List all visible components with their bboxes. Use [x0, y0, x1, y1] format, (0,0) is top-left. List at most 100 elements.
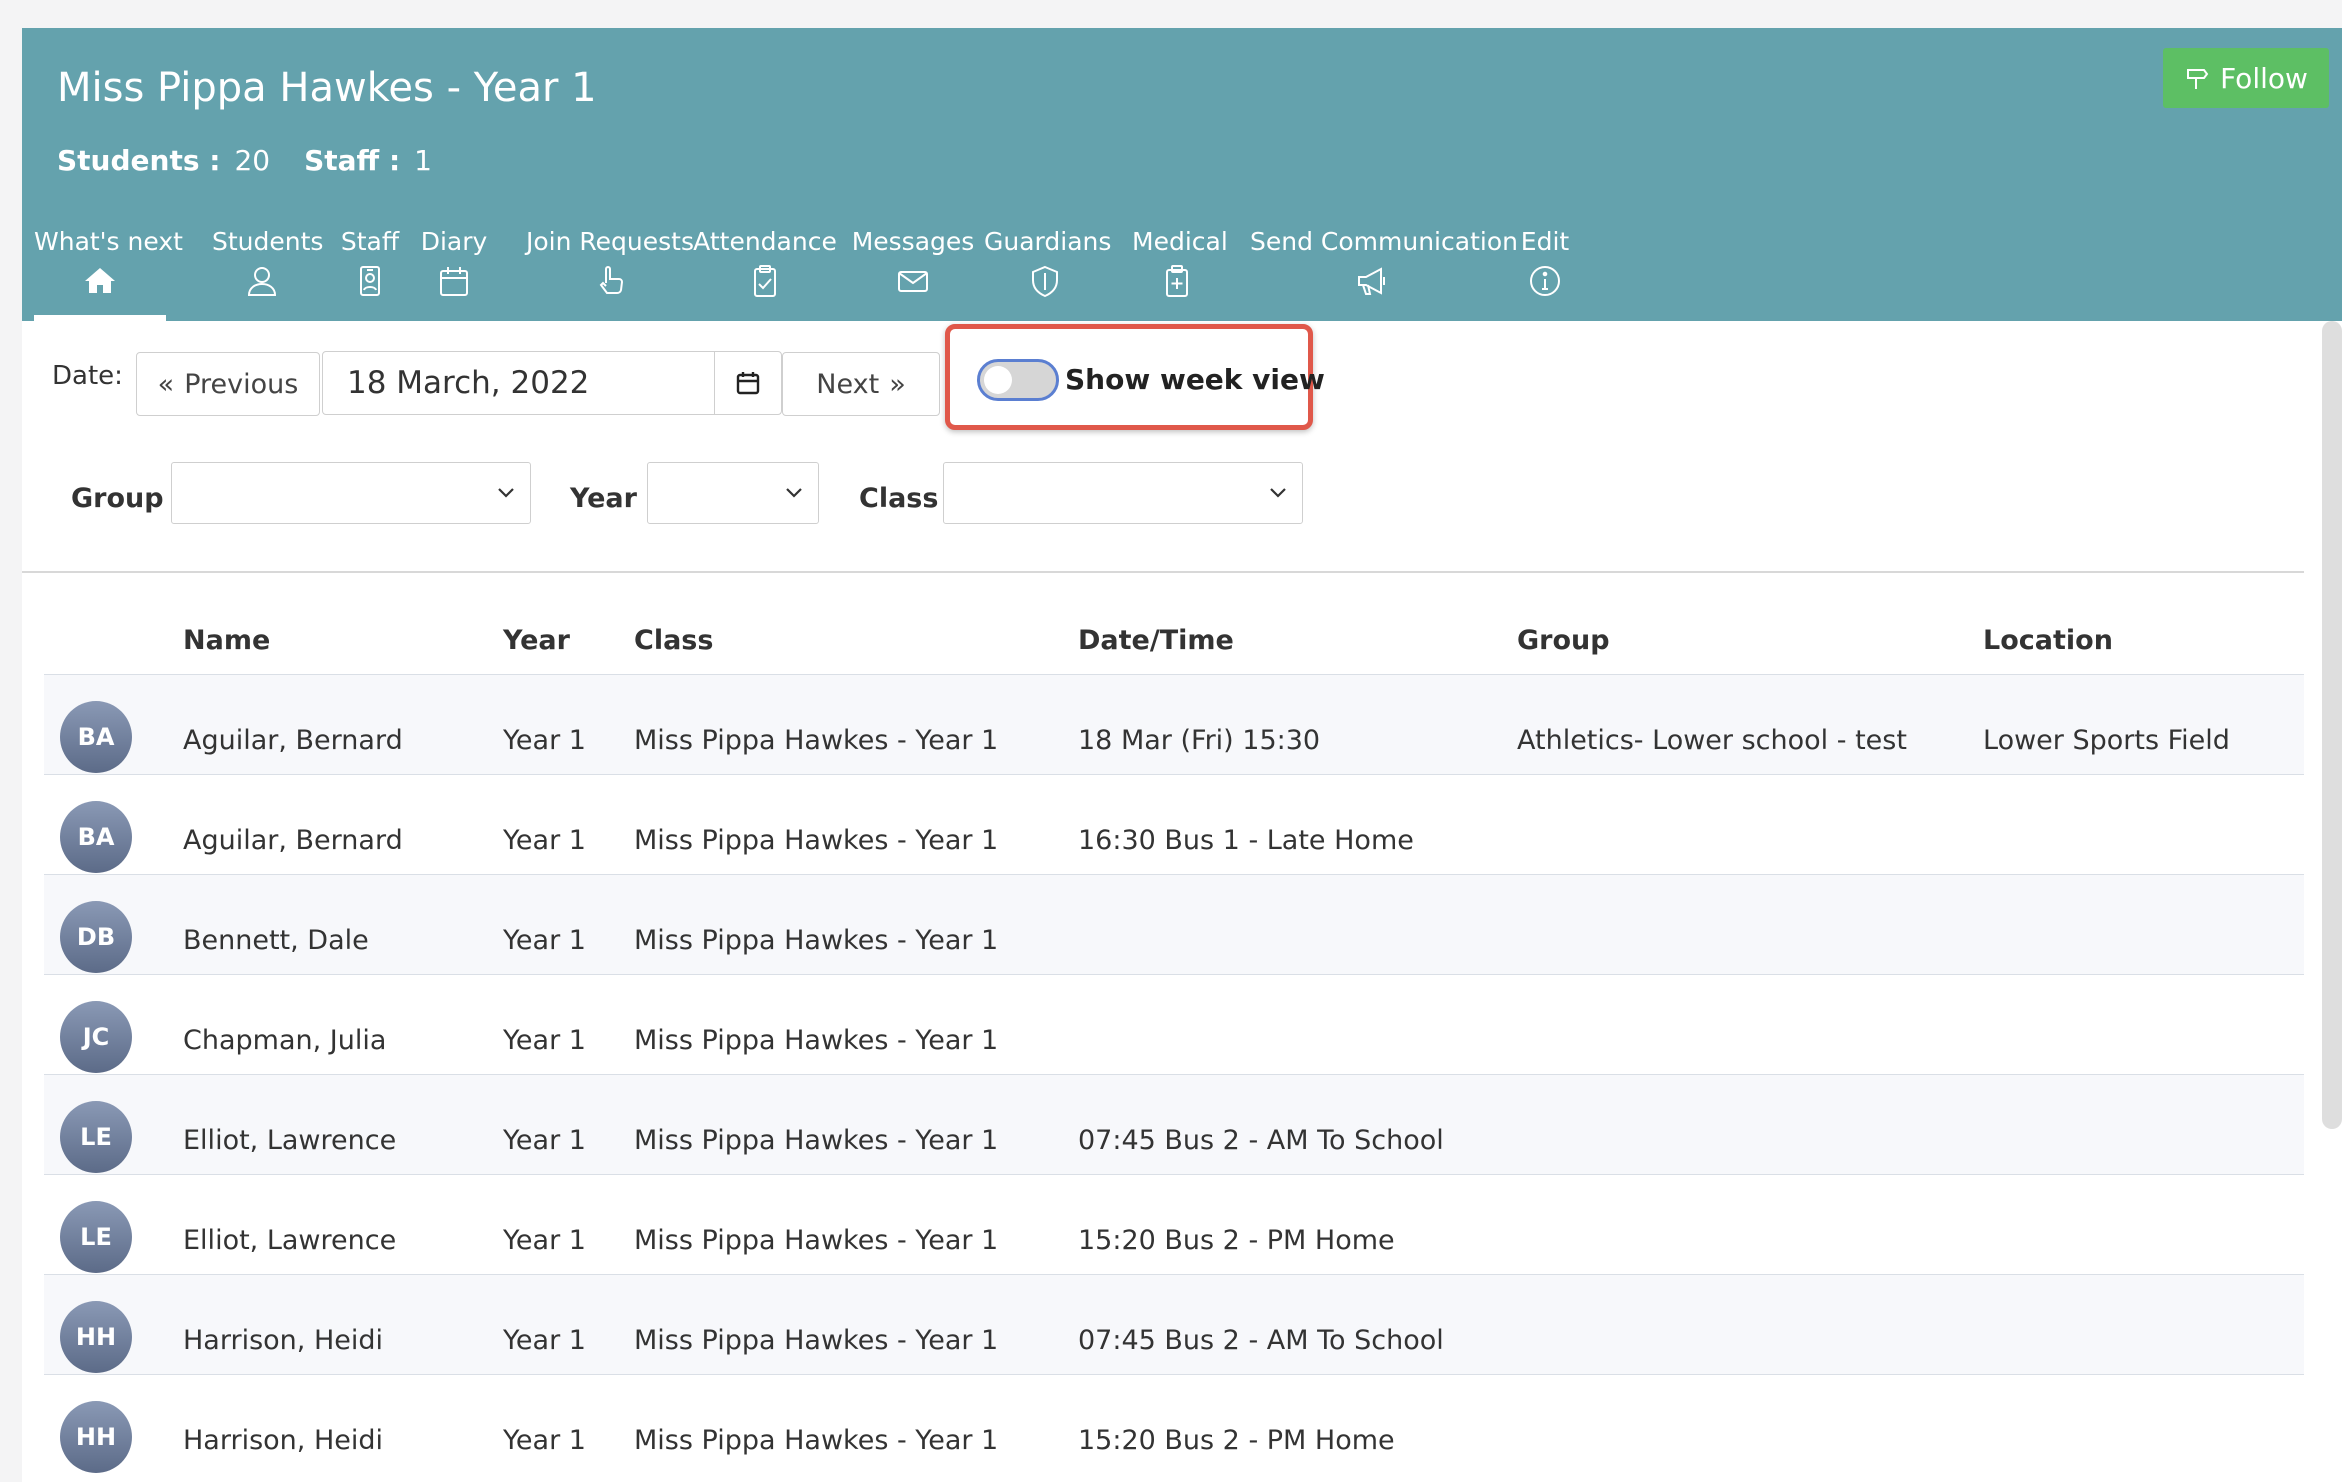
tab-join-requests[interactable]: Join Requests [510, 226, 710, 321]
avatar: HH [60, 1401, 132, 1473]
medical-kit-icon [1166, 265, 1188, 297]
signpost-icon [2187, 69, 2209, 89]
student-class: Miss Pippa Hawkes - Year 1 [634, 1025, 999, 1056]
tab-label: Send Communication [1250, 227, 1518, 256]
avatar: DB [60, 901, 132, 973]
event-datetime: 15:20 Bus 2 - PM Home [1078, 1425, 1395, 1456]
column-header-datetime[interactable]: Date/Time [1078, 625, 1234, 656]
column-header-location[interactable]: Location [1983, 625, 2113, 656]
student-name[interactable]: Harrison, Heidi [183, 1425, 383, 1456]
page-frame: Miss Pippa Hawkes - Year 1 Students : 20 S… [22, 28, 2342, 1482]
tab-guardians[interactable]: Guardians [984, 226, 1112, 321]
table-row[interactable]: BA Aguilar, Bernard Year 1 Miss Pippa Ha… [44, 674, 2304, 774]
member-counts: Students : 20 Staff : 1 [57, 141, 466, 181]
event-datetime: 18 Mar (Fri) 15:30 [1078, 725, 1321, 756]
table-row[interactable]: HH Harrison, Heidi Year 1 Miss Pippa Haw… [44, 1374, 2304, 1474]
avatar: BA [60, 801, 132, 873]
calendar-icon [736, 372, 760, 395]
tab-label: Guardians [984, 227, 1112, 256]
event-datetime: 07:45 Bus 2 - AM To School [1078, 1325, 1444, 1356]
tab-label: What's next [34, 227, 183, 256]
year-select[interactable] [647, 462, 819, 524]
student-name[interactable]: Chapman, Julia [183, 1025, 386, 1056]
table-row[interactable]: JC Chapman, Julia Year 1 Miss Pippa Hawk… [44, 974, 2304, 1074]
tab-label: Edit [1520, 227, 1570, 256]
tab-whats-next[interactable]: What's next [34, 226, 183, 321]
follow-button[interactable]: Follow [2163, 48, 2329, 108]
chevron-down-icon [786, 488, 802, 498]
tab-diary[interactable]: Diary [418, 226, 490, 321]
event-datetime: 07:45 Bus 2 - AM To School [1078, 1125, 1444, 1156]
table-row[interactable]: LE Elliot, Lawrence Year 1 Miss Pippa Ha… [44, 1174, 2304, 1274]
student-year: Year 1 [503, 1025, 586, 1056]
staff-count: 1 [414, 144, 432, 177]
tab-students[interactable]: Students [212, 226, 324, 321]
student-name[interactable]: Aguilar, Bernard [183, 725, 403, 756]
table-row[interactable]: LE Elliot, Lawrence Year 1 Miss Pippa Ha… [44, 1074, 2304, 1174]
student-name[interactable]: Bennett, Dale [183, 925, 369, 956]
tab-messages[interactable]: Messages [850, 226, 976, 321]
tab-label: Staff [340, 227, 400, 256]
year-filter-label: Year [570, 483, 637, 514]
page-title: Miss Pippa Hawkes - Year 1 [57, 65, 597, 111]
avatar: LE [60, 1201, 132, 1273]
student-name[interactable]: Elliot, Lawrence [183, 1225, 396, 1256]
hand-pointer-icon [599, 266, 624, 294]
double-chevron-left-icon: « [157, 368, 175, 400]
shield-icon [1032, 265, 1058, 298]
event-datetime: 15:20 Bus 2 - PM Home [1078, 1225, 1395, 1256]
group-header: Miss Pippa Hawkes - Year 1 Students : 20 S… [22, 28, 2342, 321]
column-header-group[interactable]: Group [1517, 625, 1610, 656]
column-header-year[interactable]: Year [503, 625, 570, 656]
tab-send-communication[interactable]: Send Communication [1250, 226, 1518, 321]
envelope-icon [898, 271, 928, 292]
column-header-class[interactable]: Class [634, 625, 713, 656]
student-name[interactable]: Harrison, Heidi [183, 1325, 383, 1356]
tab-attendance[interactable]: Attendance [692, 226, 838, 321]
next-day-button[interactable]: Next » [782, 352, 940, 416]
tab-label: Students [212, 227, 324, 256]
student-class: Miss Pippa Hawkes - Year 1 [634, 1325, 999, 1356]
scrollbar[interactable] [2322, 321, 2342, 1129]
previous-label: Previous [184, 368, 299, 400]
table-row[interactable]: DB Bennett, Dale Year 1 Miss Pippa Hawke… [44, 874, 2304, 974]
student-year: Year 1 [503, 825, 586, 856]
column-header-name[interactable]: Name [183, 625, 270, 656]
avatar: JC [60, 1001, 132, 1073]
double-chevron-right-icon: » [889, 368, 906, 400]
tab-label: Attendance [693, 227, 837, 256]
tab-label: Join Requests [526, 227, 694, 256]
group-filter-label: Group [71, 483, 164, 514]
tab-label: Diary [420, 227, 488, 256]
chevron-down-icon [498, 488, 514, 498]
previous-day-button[interactable]: « Previous [136, 352, 320, 416]
info-circle-icon [1530, 266, 1560, 296]
table-row[interactable]: BA Aguilar, Bernard Year 1 Miss Pippa Ha… [44, 774, 2304, 874]
group-select[interactable] [171, 462, 531, 524]
table-row[interactable]: HH Harrison, Heidi Year 1 Miss Pippa Haw… [44, 1274, 2304, 1374]
tab-medical[interactable]: Medical [1132, 226, 1228, 321]
event-location: Lower Sports Field [1983, 725, 2230, 756]
students-count: 20 [234, 144, 271, 177]
calendar-icon [440, 267, 468, 296]
student-class: Miss Pippa Hawkes - Year 1 [634, 725, 999, 756]
clipboard-check-icon [754, 265, 776, 297]
date-input[interactable]: 18 March, 2022 [322, 351, 716, 415]
follow-button-label: Follow [2220, 61, 2308, 95]
week-view-label: Show week view [1065, 363, 1325, 396]
toggle-knob [984, 366, 1012, 394]
id-badge-icon [360, 266, 380, 296]
student-year: Year 1 [503, 1325, 586, 1356]
date-picker-button[interactable] [714, 351, 782, 415]
class-select[interactable] [943, 462, 1303, 524]
tab-label: Messages [851, 227, 975, 256]
student-name[interactable]: Aguilar, Bernard [183, 825, 403, 856]
student-year: Year 1 [503, 1225, 586, 1256]
tab-edit[interactable]: Edit [1517, 226, 1573, 321]
tab-staff[interactable]: Staff [340, 226, 400, 321]
student-name[interactable]: Elliot, Lawrence [183, 1125, 396, 1156]
avatar: HH [60, 1301, 132, 1373]
week-view-toggle[interactable] [977, 359, 1059, 401]
event-group: Athletics- Lower school - test [1517, 725, 1907, 756]
students-count-label: Students : [57, 144, 221, 177]
